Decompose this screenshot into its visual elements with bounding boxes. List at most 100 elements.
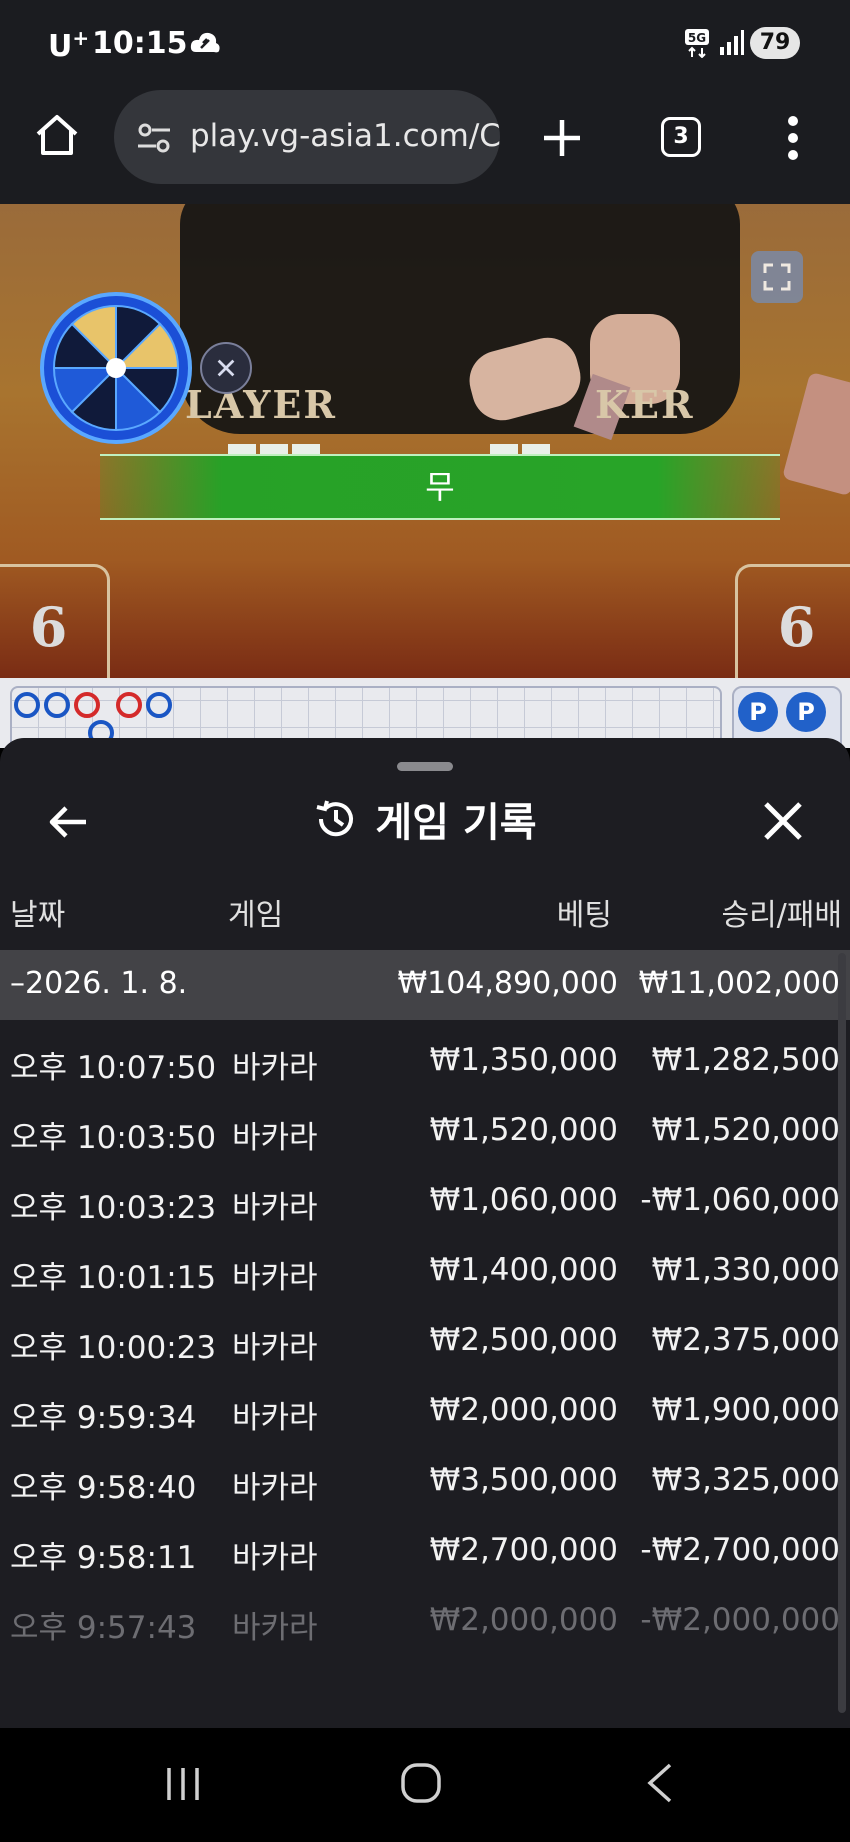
banker-score: 6 [735, 564, 850, 678]
sheet-title: 게임 기록 [375, 800, 537, 846]
new-tab-icon[interactable] [540, 116, 584, 160]
history-rows: 오후 10:07:50 바카라 ₩1,350,000 ₩1,282,500 오후… [0, 1020, 850, 1654]
address-bar[interactable]: play.vg-asia1.com/C [114, 90, 500, 184]
history-table: 날짜 게임 베팅 승리/패배 –2026. 1. 8. ₩104,890,000… [0, 868, 850, 1654]
table-row[interactable]: 오후 10:03:23 바카라 ₩1,060,000 -₩1,060,000 [0, 1164, 850, 1234]
row-time: 오후 10:00:23 [10, 1330, 217, 1366]
player-prediction-badge[interactable]: P [786, 692, 826, 732]
group-win-loss-total: ₩11,002,000 [638, 966, 840, 1001]
system-navigation-bar [0, 1728, 850, 1842]
row-game: 바카라 [232, 1050, 318, 1086]
table-row[interactable]: 오후 10:01:15 바카라 ₩1,400,000 ₩1,330,000 [0, 1234, 850, 1304]
row-time: 오후 10:03:50 [10, 1120, 217, 1156]
column-header-bet[interactable]: 베팅 [557, 890, 612, 934]
signal-icon [720, 30, 744, 55]
status-bar: U+ 10:15 5G 79 [0, 0, 850, 90]
site-info-icon[interactable] [136, 120, 172, 156]
network-5g-icon: 5G [685, 29, 709, 58]
home-icon[interactable] [34, 112, 80, 158]
group-date: –2026. 1. 8. [10, 966, 188, 1001]
banker-area-label: KER [595, 382, 695, 427]
tab-switcher-button[interactable]: 3 [661, 117, 701, 157]
row-time: 오후 9:58:40 [10, 1470, 197, 1506]
row-game: 바카라 [232, 1260, 318, 1296]
fullscreen-icon[interactable] [751, 251, 803, 303]
table-row[interactable]: 오후 9:57:43 바카라 ₩2,000,000 -₩2,000,000 [0, 1584, 850, 1654]
row-game: 바카라 [232, 1190, 318, 1226]
row-bet: ₩2,000,000 [429, 1602, 618, 1638]
drag-handle[interactable] [397, 762, 453, 771]
row-game: 바카라 [232, 1400, 318, 1436]
row-win-loss: -₩2,000,000 [640, 1602, 840, 1638]
sheet-header: 게임 기록 [0, 790, 850, 848]
roadmap-player-ring [146, 692, 172, 718]
svg-text:5G: 5G [688, 31, 706, 45]
live-video-stream[interactable]: LAYER KER 무 6 6 [0, 204, 850, 678]
battery-indicator: 79 [750, 27, 800, 59]
row-win-loss: -₩2,700,000 [640, 1532, 840, 1568]
row-win-loss: ₩1,900,000 [651, 1392, 840, 1428]
row-time: 오후 9:58:11 [10, 1540, 197, 1576]
table-row[interactable]: 오후 9:58:11 바카라 ₩2,700,000 -₩2,700,000 [0, 1514, 850, 1584]
card-shoe [781, 371, 850, 497]
row-time: 오후 9:57:43 [10, 1610, 197, 1646]
date-group-row[interactable]: –2026. 1. 8. ₩104,890,000 ₩11,002,000 [0, 950, 850, 1020]
roadmap-banker-ring [116, 692, 142, 718]
more-menu-icon[interactable] [786, 115, 800, 161]
scrollbar[interactable] [838, 953, 846, 1713]
table-header: 날짜 게임 베팅 승리/패배 [0, 868, 850, 950]
row-time: 오후 10:07:50 [10, 1050, 217, 1086]
row-bet: ₩1,060,000 [429, 1182, 618, 1218]
cloud-icon [190, 32, 220, 53]
round-result-banner: 무 [100, 454, 780, 520]
row-game: 바카라 [232, 1330, 318, 1366]
row-win-loss: -₩1,060,000 [640, 1182, 840, 1218]
row-win-loss: ₩1,520,000 [651, 1112, 840, 1148]
prize-wheel-icon[interactable] [38, 290, 194, 446]
row-win-loss: ₩1,282,500 [651, 1042, 840, 1078]
player-score: 6 [0, 564, 110, 678]
group-bet-total: ₩104,890,000 [397, 966, 618, 1001]
row-bet: ₩2,500,000 [429, 1322, 618, 1358]
table-row[interactable]: 오후 10:07:50 바카라 ₩1,350,000 ₩1,282,500 [0, 1024, 850, 1094]
column-header-date[interactable]: 날짜 [10, 890, 65, 934]
row-bet: ₩1,400,000 [429, 1252, 618, 1288]
table-row[interactable]: 오후 9:58:40 바카라 ₩3,500,000 ₩3,325,000 [0, 1444, 850, 1514]
row-win-loss: ₩3,325,000 [651, 1462, 840, 1498]
row-bet: ₩2,700,000 [429, 1532, 618, 1568]
roadmap-banker-ring [74, 692, 100, 718]
row-game: 바카라 [232, 1540, 318, 1576]
row-game: 바카라 [232, 1120, 318, 1156]
row-time: 오후 10:03:23 [10, 1190, 217, 1226]
table-row[interactable]: 오후 9:59:34 바카라 ₩2,000,000 ₩1,900,000 [0, 1374, 850, 1444]
table-row[interactable]: 오후 10:00:23 바카라 ₩2,500,000 ₩2,375,000 [0, 1304, 850, 1374]
player-area-label: LAYER [185, 382, 337, 427]
row-win-loss: ₩1,330,000 [651, 1252, 840, 1288]
table-row[interactable]: 오후 10:03:50 바카라 ₩1,520,000 ₩1,520,000 [0, 1094, 850, 1164]
browser-toolbar: play.vg-asia1.com/C 3 [0, 90, 850, 204]
status-time: 10:15 [92, 26, 188, 61]
row-game: 바카라 [232, 1610, 318, 1646]
history-icon [316, 800, 354, 837]
row-win-loss: ₩2,375,000 [651, 1322, 840, 1358]
row-bet: ₩2,000,000 [429, 1392, 618, 1428]
home-button-icon[interactable] [400, 1762, 442, 1804]
game-history-sheet: 게임 기록 날짜 게임 베팅 승리/패배 –2026. 1. 8. ₩104,8… [0, 738, 850, 1728]
row-bet: ₩1,520,000 [429, 1112, 618, 1148]
row-game: 바카라 [232, 1470, 318, 1506]
column-header-win-loss[interactable]: 승리/패배 [721, 890, 842, 934]
roadmap-player-ring [44, 692, 70, 718]
row-bet: ₩1,350,000 [429, 1042, 618, 1078]
row-time: 오후 10:01:15 [10, 1260, 217, 1296]
row-time: 오후 9:59:34 [10, 1400, 197, 1436]
row-bet: ₩3,500,000 [429, 1462, 618, 1498]
close-icon[interactable] [762, 800, 804, 842]
back-button-icon[interactable] [644, 1762, 676, 1804]
url-text[interactable]: play.vg-asia1.com/C [190, 118, 500, 154]
close-promo-icon[interactable] [200, 342, 252, 394]
column-header-game[interactable]: 게임 [228, 890, 283, 934]
recent-apps-icon[interactable] [163, 1764, 203, 1804]
roadmap-player-ring [14, 692, 40, 718]
player-prediction-badge[interactable]: P [738, 692, 778, 732]
carrier-label: U+ [48, 26, 90, 64]
